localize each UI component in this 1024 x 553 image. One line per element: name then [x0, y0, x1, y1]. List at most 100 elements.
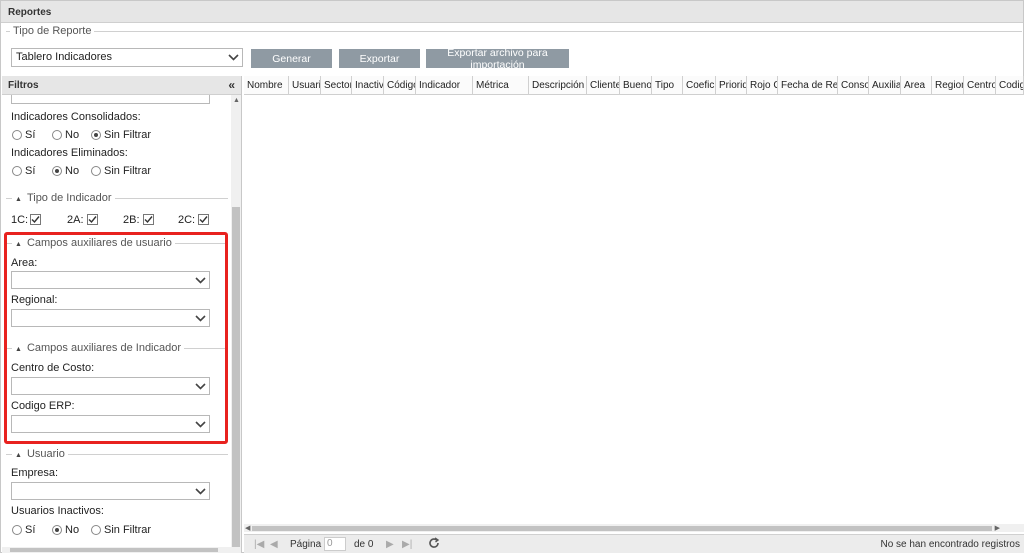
export-import-button[interactable]: Exportar archivo para importación	[426, 47, 569, 71]
first-page-icon[interactable]: |◀	[254, 539, 264, 550]
triangle-up-icon[interactable]: ▲	[15, 241, 22, 248]
consolidated-radio-no[interactable]	[52, 130, 62, 140]
column-header[interactable]: Tipo	[652, 76, 683, 95]
indicator-type-section: ▲ Tipo de Indicador	[6, 192, 228, 204]
deleted-radio-sin-filtrar[interactable]	[91, 166, 101, 176]
inactive-sin-filtrar-label: Sin Filtrar	[104, 524, 152, 536]
partial-input[interactable]	[11, 95, 210, 104]
column-header[interactable]: Cliente	[587, 76, 620, 95]
triangle-up-icon[interactable]: ▲	[15, 452, 22, 459]
column-header[interactable]: Area	[901, 76, 932, 95]
inactive-radio-sin-filtrar[interactable]	[91, 525, 101, 535]
column-header[interactable]: Usuario	[289, 76, 321, 95]
scroll-up-icon[interactable]: ▲	[233, 97, 240, 104]
next-page-icon[interactable]: ▶	[386, 539, 394, 550]
chevron-down-icon[interactable]	[225, 49, 242, 65]
column-header[interactable]: Bueno	[620, 76, 652, 95]
filters-title: Filtros	[8, 80, 39, 91]
grid-header: Nombre Usuario Sector Inactivo Código In…	[244, 76, 1024, 95]
window-title: Reportes	[1, 1, 1023, 23]
column-header[interactable]: Nombre	[244, 76, 289, 95]
user-aux-section: ▲ Campos auxiliares de usuario	[6, 237, 228, 249]
filters-hscrollbar[interactable]	[2, 547, 232, 553]
company-label: Empresa:	[11, 467, 59, 479]
grid-hscroll-thumb[interactable]	[252, 526, 992, 531]
triangle-up-icon[interactable]: ▲	[15, 346, 22, 353]
column-header[interactable]: Código	[384, 76, 416, 95]
area-select[interactable]	[11, 271, 210, 289]
page-count: de 0	[354, 539, 374, 550]
generate-button[interactable]: Generar	[251, 49, 332, 68]
type-2c-checkbox[interactable]	[198, 214, 209, 225]
column-header[interactable]: Prioridad	[716, 76, 747, 95]
deleted-no-label: No	[65, 165, 80, 177]
user-section: ▲ Usuario	[6, 448, 228, 460]
page-label: Página	[290, 539, 322, 550]
column-header[interactable]: Auxiliar	[869, 76, 901, 95]
inactive-no-label: No	[65, 524, 80, 536]
indicator-type-title: Tipo de Indicador	[26, 192, 112, 204]
area-label: Area:	[11, 257, 38, 269]
type-2a-checkbox[interactable]	[87, 214, 98, 225]
column-header[interactable]: Inactivo	[352, 76, 384, 95]
inactive-radio-no[interactable]	[52, 525, 62, 535]
column-header[interactable]: Métrica	[473, 76, 529, 95]
refresh-icon[interactable]	[428, 537, 440, 552]
results-grid: Nombre Usuario Sector Inactivo Código In…	[244, 76, 1024, 553]
scroll-right-icon[interactable]: ▶	[995, 524, 1000, 532]
column-header[interactable]: Consolidado	[838, 76, 869, 95]
prev-page-icon[interactable]: ◀	[270, 539, 278, 550]
type-2c-label: 2C:	[178, 214, 196, 226]
grid-hscrollbar[interactable]: ◀ ▶	[244, 524, 1024, 532]
filters-scrollbar[interactable]: ▲	[231, 95, 241, 553]
column-header[interactable]: Centro	[964, 76, 996, 95]
triangle-up-icon[interactable]: ▲	[15, 196, 22, 203]
report-type-select[interactable]: Tablero Indicadores	[11, 48, 243, 67]
column-header[interactable]: Rojo Crítico	[747, 76, 778, 95]
scroll-left-icon[interactable]: ◀	[245, 524, 250, 532]
report-type-legend: Tipo de Reporte	[10, 25, 95, 37]
reports-window: Reportes Tipo de Reporte Tablero Indicad…	[0, 0, 1024, 553]
user-title: Usuario	[26, 448, 65, 460]
export-button[interactable]: Exportar	[339, 49, 420, 68]
chevron-down-icon[interactable]	[192, 483, 209, 499]
column-header[interactable]: Indicador	[416, 76, 473, 95]
erp-code-select[interactable]	[11, 415, 210, 433]
company-select[interactable]	[11, 482, 210, 500]
indicator-aux-section: ▲ Campos auxiliares de Indicador	[6, 342, 228, 354]
last-page-icon[interactable]: ▶|	[402, 539, 412, 550]
cost-center-select[interactable]	[11, 377, 210, 395]
indicator-aux-title: Campos auxiliares de Indicador	[26, 342, 182, 354]
regional-select[interactable]	[11, 309, 210, 327]
column-header[interactable]: Regional	[932, 76, 964, 95]
filters-hscroll-thumb[interactable]	[10, 548, 218, 552]
chevron-down-icon[interactable]	[192, 378, 209, 394]
filters-scroll-thumb[interactable]	[232, 207, 240, 547]
collapse-icon[interactable]: «	[228, 78, 235, 92]
consolidated-radio-sin-filtrar[interactable]	[91, 130, 101, 140]
chevron-down-icon[interactable]	[192, 310, 209, 326]
type-2a-label: 2A:	[67, 214, 84, 226]
column-header[interactable]: Codigo	[996, 76, 1024, 95]
consolidated-label: Indicadores Consolidados:	[11, 111, 141, 123]
filters-header: Filtros «	[2, 76, 241, 95]
inactive-radio-si[interactable]	[12, 525, 22, 535]
column-header[interactable]: Coeficiente	[683, 76, 716, 95]
column-header[interactable]: Descripción	[529, 76, 587, 95]
deleted-si-label: Sí	[25, 165, 36, 177]
page-input[interactable]: 0	[324, 537, 346, 551]
chevron-down-icon[interactable]	[192, 416, 209, 432]
type-1c-checkbox[interactable]	[30, 214, 41, 225]
column-header[interactable]: Fecha de Registro	[778, 76, 838, 95]
deleted-radio-si[interactable]	[12, 166, 22, 176]
deleted-radio-no[interactable]	[52, 166, 62, 176]
deleted-sin-filtrar-label: Sin Filtrar	[104, 165, 152, 177]
report-type-value: Tablero Indicadores	[16, 51, 113, 63]
type-2b-checkbox[interactable]	[143, 214, 154, 225]
consolidated-no-label: No	[65, 129, 80, 141]
chevron-down-icon[interactable]	[192, 272, 209, 288]
consolidated-sin-filtrar-label: Sin Filtrar	[104, 129, 152, 141]
consolidated-radio-si[interactable]	[12, 130, 22, 140]
deleted-label: Indicadores Eliminados:	[11, 147, 128, 159]
column-header[interactable]: Sector	[321, 76, 352, 95]
